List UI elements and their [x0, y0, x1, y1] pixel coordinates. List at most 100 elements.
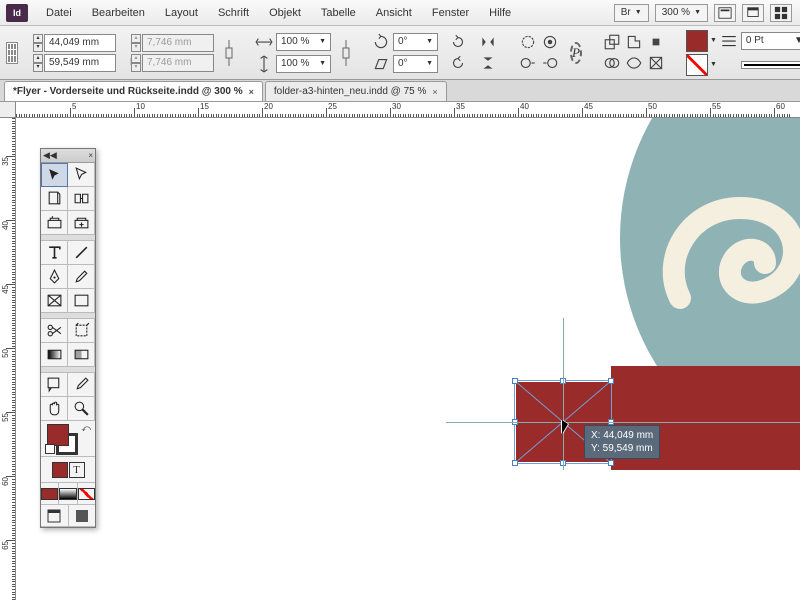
- path-op3-icon[interactable]: [646, 32, 666, 52]
- menu-objekt[interactable]: Objekt: [261, 4, 309, 22]
- tools-panel-header[interactable]: ◀◀×: [41, 149, 95, 163]
- path-op6-icon[interactable]: [646, 53, 666, 73]
- path-op4-icon[interactable]: [602, 53, 622, 73]
- gradient-feather-tool[interactable]: [68, 343, 95, 367]
- menu-ansicht[interactable]: Ansicht: [368, 4, 420, 22]
- menu-hilfe[interactable]: Hilfe: [481, 4, 519, 22]
- vertical-guide[interactable]: [563, 318, 564, 470]
- scale-y-icon: [254, 54, 274, 74]
- stroke-swatch[interactable]: [686, 54, 708, 76]
- scale-y-input[interactable]: 100 %▼: [276, 55, 331, 73]
- default-fill-stroke-icon[interactable]: [45, 444, 55, 454]
- path-op5-icon[interactable]: [624, 53, 644, 73]
- screen-mode-icon[interactable]: [742, 4, 764, 22]
- zoom-tool[interactable]: [68, 397, 95, 421]
- document-tab-folder[interactable]: folder-a3-hinten_neu.indd @ 75 %×: [265, 81, 447, 101]
- vertical-ruler[interactable]: 3540455055606570: [0, 118, 16, 600]
- path-op1-icon[interactable]: [602, 32, 622, 52]
- smart-guides-tooltip: X: 44,049 mm Y: 59,549 mm: [584, 425, 660, 459]
- fill-swatch[interactable]: [686, 30, 708, 52]
- apply-to-text-icon[interactable]: T: [69, 462, 85, 478]
- app-badge-icon: Id: [6, 4, 28, 22]
- rectangle-frame-tool[interactable]: [41, 289, 68, 313]
- view-mode-normal-icon[interactable]: [41, 505, 69, 526]
- stroke-style-icon: [719, 55, 739, 75]
- flip-h-icon[interactable]: [478, 32, 498, 52]
- free-transform-tool[interactable]: [68, 319, 95, 343]
- x-position-input[interactable]: ▴▾44,049 mm: [44, 34, 116, 52]
- line-tool[interactable]: [68, 241, 95, 265]
- zoom-dropdown[interactable]: 300 %▼: [655, 4, 708, 22]
- fill-stroke-display[interactable]: ⤺: [41, 421, 95, 457]
- menu-tabelle[interactable]: Tabelle: [313, 4, 364, 22]
- control-panel: X:▴▾44,049 mm Y:▴▾59,549 mm B:▴▾7,746 mm…: [0, 26, 800, 80]
- select-prev-icon[interactable]: [518, 53, 538, 73]
- menu-bar: Id Datei Bearbeiten Layout Schrift Objek…: [0, 0, 800, 26]
- apply-color-icon[interactable]: [52, 462, 68, 478]
- selection-tool[interactable]: [41, 163, 68, 187]
- stroke-weight-input[interactable]: 0 Pt▼: [741, 32, 800, 50]
- rotation-input[interactable]: 0°▼: [393, 33, 438, 51]
- constrain-scale-icon[interactable]: [341, 35, 351, 71]
- pencil-tool[interactable]: [68, 265, 95, 289]
- eyedropper-tool[interactable]: [68, 373, 95, 397]
- artwork-swirl[interactable]: [660, 148, 800, 348]
- swap-fill-stroke-icon[interactable]: ⤺: [81, 423, 91, 434]
- menu-schrift[interactable]: Schrift: [210, 4, 257, 22]
- content-collector-tool[interactable]: [41, 211, 68, 235]
- scale-x-icon: [254, 32, 274, 52]
- y-position-input[interactable]: ▴▾59,549 mm: [44, 54, 116, 72]
- select-container-icon[interactable]: [518, 32, 538, 52]
- stroke-weight-icon: [719, 31, 739, 51]
- stroke-style-dropdown[interactable]: [741, 61, 800, 69]
- text-on-path-icon[interactable]: P: [570, 42, 582, 64]
- path-op2-icon[interactable]: [624, 32, 644, 52]
- menu-bearbeiten[interactable]: Bearbeiten: [84, 4, 153, 22]
- height-input[interactable]: ▴▾7,746 mm: [142, 54, 214, 72]
- flip-v-icon[interactable]: [478, 53, 498, 73]
- reference-point-widget[interactable]: [6, 42, 18, 64]
- cursor-icon: [562, 420, 568, 434]
- close-icon[interactable]: ×: [432, 87, 437, 97]
- close-icon[interactable]: ×: [88, 151, 93, 160]
- close-icon[interactable]: ×: [249, 87, 254, 97]
- menu-datei[interactable]: Datei: [38, 4, 80, 22]
- menu-fenster[interactable]: Fenster: [424, 4, 477, 22]
- content-placer-tool[interactable]: [68, 211, 95, 235]
- type-tool[interactable]: [41, 241, 68, 265]
- arrange-docs-icon[interactable]: [770, 4, 792, 22]
- select-content-icon[interactable]: [540, 32, 560, 52]
- horizontal-guide[interactable]: [446, 422, 800, 423]
- gradient-swatch-tool[interactable]: [41, 343, 68, 367]
- view-options-icon[interactable]: [714, 4, 736, 22]
- document-canvas[interactable]: X: 44,049 mm Y: 59,549 mm ◀◀×: [16, 118, 800, 600]
- apply-solid-icon[interactable]: [41, 483, 59, 504]
- tools-panel[interactable]: ◀◀×: [40, 148, 96, 528]
- workspace: 051015202530354045505560 354045505560657…: [0, 102, 800, 600]
- scissors-tool[interactable]: [41, 319, 68, 343]
- apply-gradient-icon[interactable]: [59, 483, 77, 504]
- bridge-dropdown[interactable]: Br▼: [614, 4, 649, 22]
- hand-tool[interactable]: [41, 397, 68, 421]
- gap-tool[interactable]: [68, 187, 95, 211]
- width-input[interactable]: ▴▾7,746 mm: [142, 34, 214, 52]
- apply-none-icon[interactable]: [78, 483, 95, 504]
- note-tool[interactable]: [41, 373, 68, 397]
- ruler-origin-corner[interactable]: [0, 102, 16, 118]
- scale-x-input[interactable]: 100 %▼: [276, 33, 331, 51]
- pen-tool[interactable]: [41, 265, 68, 289]
- fill-color-swatch[interactable]: [47, 424, 69, 446]
- rotate-ccw-icon[interactable]: [448, 32, 468, 52]
- document-tab-bar: *Flyer - Vorderseite und Rückseite.indd …: [0, 80, 800, 102]
- document-tab-flyer[interactable]: *Flyer - Vorderseite und Rückseite.indd …: [4, 81, 263, 101]
- constrain-wh-icon[interactable]: [224, 35, 234, 71]
- menu-layout[interactable]: Layout: [157, 4, 206, 22]
- shear-input[interactable]: 0°▼: [393, 55, 438, 73]
- direct-selection-tool[interactable]: [68, 163, 95, 187]
- select-next-icon[interactable]: [540, 53, 560, 73]
- rotate-cw-icon[interactable]: [448, 53, 468, 73]
- rectangle-tool[interactable]: [68, 289, 95, 313]
- view-mode-preview-icon[interactable]: [69, 505, 96, 526]
- page-tool[interactable]: [41, 187, 68, 211]
- horizontal-ruler[interactable]: 051015202530354045505560: [16, 102, 800, 118]
